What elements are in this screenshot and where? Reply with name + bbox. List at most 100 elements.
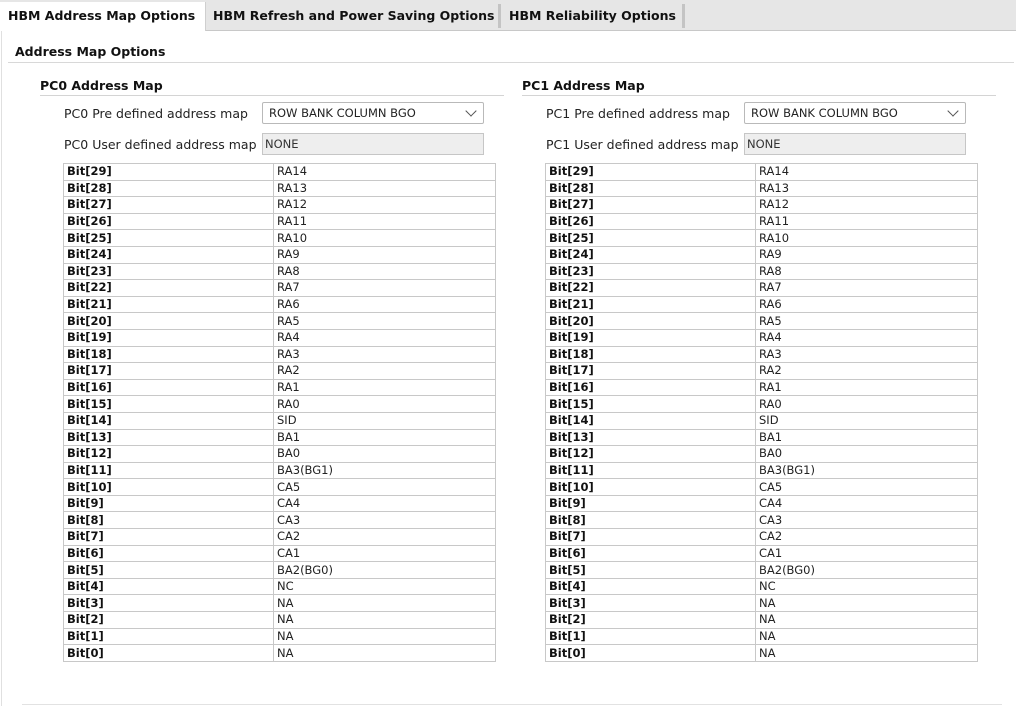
table-row: Bit[20] RA5 xyxy=(63,312,496,330)
table-row: Bit[20] RA5 xyxy=(545,312,978,330)
table-row: Bit[1] NA xyxy=(545,627,978,646)
bit-value-cell[interactable]: RA7 xyxy=(755,279,978,297)
bit-value-cell[interactable]: BA3(BG1) xyxy=(755,461,978,480)
bit-label-cell: Bit[10] xyxy=(63,478,274,496)
table-row: Bit[18] RA3 xyxy=(545,345,978,364)
bit-value-cell[interactable]: RA13 xyxy=(755,179,978,198)
pc0-predefined-select[interactable]: ROW BANK COLUMN BGO xyxy=(262,102,484,124)
bit-value-cell[interactable]: CA5 xyxy=(273,478,496,496)
bit-value-cell[interactable]: BA2(BG0) xyxy=(273,561,496,579)
bit-value-cell[interactable]: RA2 xyxy=(755,362,978,380)
bit-value-cell[interactable]: RA10 xyxy=(755,229,978,247)
bit-value-cell[interactable]: RA4 xyxy=(755,328,978,347)
table-row: Bit[19] RA4 xyxy=(545,328,978,347)
bit-value-cell[interactable]: NA xyxy=(273,644,496,662)
bit-value-cell[interactable]: RA11 xyxy=(273,212,496,231)
bit-label-cell: Bit[3] xyxy=(63,594,274,613)
bit-value-cell[interactable]: RA10 xyxy=(273,229,496,247)
table-row: Bit[4] NC xyxy=(63,577,496,596)
bit-value-cell[interactable]: RA0 xyxy=(273,395,496,413)
bit-value-cell[interactable]: RA5 xyxy=(755,312,978,330)
table-row: Bit[5] BA2(BG0) xyxy=(545,561,978,579)
bit-value-cell[interactable]: RA1 xyxy=(755,378,978,397)
bit-value-cell[interactable]: BA1 xyxy=(273,428,496,447)
bit-label-cell: Bit[20] xyxy=(63,312,274,330)
bit-value-cell[interactable]: CA2 xyxy=(755,528,978,546)
bit-value-cell[interactable]: RA6 xyxy=(273,295,496,314)
bit-value-cell[interactable]: BA0 xyxy=(273,445,496,463)
pc0-userdefined-label: PC0 User defined address map xyxy=(64,137,257,152)
pc0-userdefined-field[interactable]: NONE xyxy=(262,133,484,155)
bit-value-cell[interactable]: NA xyxy=(755,627,978,646)
table-row: Bit[29] RA14 xyxy=(63,163,496,181)
bit-value-cell[interactable]: RA6 xyxy=(755,295,978,314)
pc0-group-divider xyxy=(40,95,504,96)
bit-value-cell[interactable]: RA14 xyxy=(273,163,496,181)
bit-value-cell[interactable]: RA0 xyxy=(755,395,978,413)
bit-value-cell[interactable]: NA xyxy=(273,611,496,629)
bit-value-cell[interactable]: NA xyxy=(273,594,496,613)
bit-value-cell[interactable]: BA3(BG1) xyxy=(273,461,496,480)
bit-value-cell[interactable]: BA2(BG0) xyxy=(755,561,978,579)
bit-value-cell[interactable]: CA1 xyxy=(273,544,496,563)
bit-label-cell: Bit[17] xyxy=(545,362,756,380)
bit-value-cell[interactable]: SID xyxy=(755,411,978,430)
pc1-group-divider xyxy=(522,95,996,96)
bit-value-cell[interactable]: RA3 xyxy=(755,345,978,364)
table-row: Bit[4] NC xyxy=(545,577,978,596)
bit-label-cell: Bit[2] xyxy=(63,611,274,629)
bit-value-cell[interactable]: CA3 xyxy=(273,511,496,530)
bit-value-cell[interactable]: RA12 xyxy=(273,196,496,214)
bit-label-cell: Bit[5] xyxy=(545,561,756,579)
bit-value-cell[interactable]: RA12 xyxy=(755,196,978,214)
bit-value-cell[interactable]: CA1 xyxy=(755,544,978,563)
bit-value-cell[interactable]: RA13 xyxy=(273,179,496,198)
bit-value-cell[interactable]: RA3 xyxy=(273,345,496,364)
bit-value-cell[interactable]: RA8 xyxy=(755,262,978,281)
pc1-userdefined-field[interactable]: NONE xyxy=(744,133,966,155)
bit-value-cell[interactable]: NA xyxy=(755,594,978,613)
pc0-predefined-value: ROW BANK COLUMN BGO xyxy=(269,106,416,120)
bit-value-cell[interactable]: RA8 xyxy=(273,262,496,281)
bit-value-cell[interactable]: RA9 xyxy=(755,245,978,264)
bit-value-cell[interactable]: RA11 xyxy=(755,212,978,231)
table-row: Bit[25] RA10 xyxy=(545,229,978,247)
bit-value-cell[interactable]: NC xyxy=(755,577,978,596)
bit-value-cell[interactable]: BA1 xyxy=(755,428,978,447)
table-row: Bit[18] RA3 xyxy=(63,345,496,364)
bit-value-cell[interactable]: NA xyxy=(755,611,978,629)
bit-label-cell: Bit[24] xyxy=(545,245,756,264)
bit-value-cell[interactable]: RA5 xyxy=(273,312,496,330)
bit-value-cell[interactable]: CA2 xyxy=(273,528,496,546)
bit-value-cell[interactable]: NC xyxy=(273,577,496,596)
tab-refresh-power-saving-options[interactable]: HBM Refresh and Power Saving Options xyxy=(206,2,498,30)
bit-value-cell[interactable]: NA xyxy=(273,627,496,646)
bit-value-cell[interactable]: BA0 xyxy=(755,445,978,463)
bit-value-cell[interactable]: RA4 xyxy=(273,328,496,347)
bit-value-cell[interactable]: RA1 xyxy=(273,378,496,397)
bit-value-cell[interactable]: CA4 xyxy=(755,494,978,513)
table-row: Bit[23] RA8 xyxy=(63,262,496,281)
bit-value-cell[interactable]: RA2 xyxy=(273,362,496,380)
bit-label-cell: Bit[21] xyxy=(63,295,274,314)
bit-value-cell[interactable]: NA xyxy=(755,644,978,662)
bit-label-cell: Bit[15] xyxy=(545,395,756,413)
bit-label-cell: Bit[14] xyxy=(63,411,274,430)
table-row: Bit[24] RA9 xyxy=(545,245,978,264)
bit-value-cell[interactable]: CA4 xyxy=(273,494,496,513)
bit-value-cell[interactable]: SID xyxy=(273,411,496,430)
tab-address-map-options[interactable]: HBM Address Map Options xyxy=(0,2,206,31)
bit-value-cell[interactable]: RA9 xyxy=(273,245,496,264)
pc1-predefined-select[interactable]: ROW BANK COLUMN BGO xyxy=(744,102,966,124)
table-row: Bit[17] RA2 xyxy=(545,362,978,380)
bit-label-cell: Bit[12] xyxy=(545,445,756,463)
bit-value-cell[interactable]: RA7 xyxy=(273,279,496,297)
bit-label-cell: Bit[23] xyxy=(63,262,274,281)
bit-value-cell[interactable]: RA14 xyxy=(755,163,978,181)
table-row: Bit[19] RA4 xyxy=(63,328,496,347)
table-row: Bit[0] NA xyxy=(63,644,496,662)
bit-value-cell[interactable]: CA3 xyxy=(755,511,978,530)
bit-label-cell: Bit[12] xyxy=(63,445,274,463)
tab-reliability-options[interactable]: HBM Reliability Options xyxy=(502,2,682,30)
bit-value-cell[interactable]: CA5 xyxy=(755,478,978,496)
